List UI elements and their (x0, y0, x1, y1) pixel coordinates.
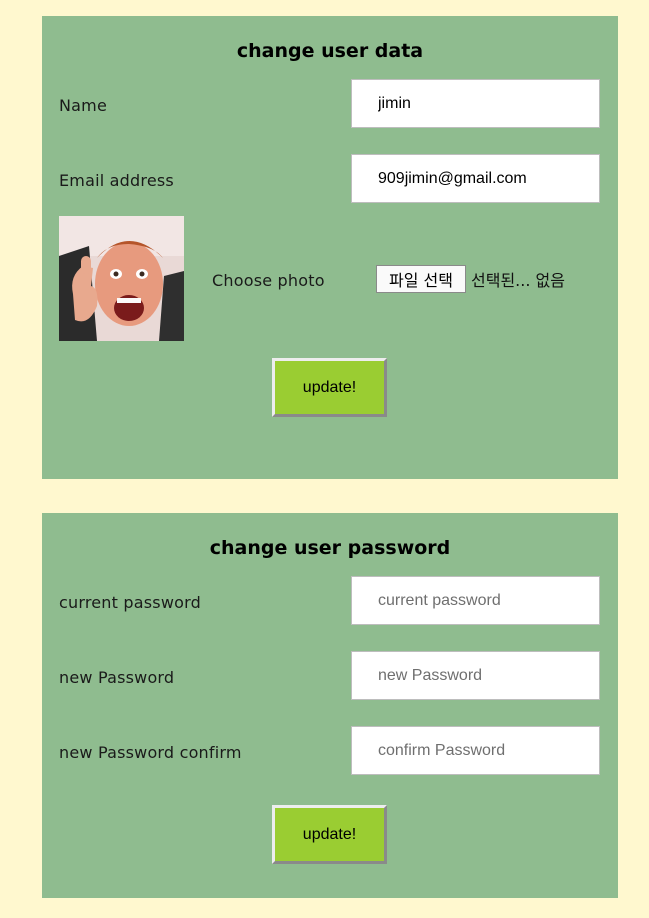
user-data-panel: change user data Name Email address Choo… (42, 16, 618, 479)
email-label: Email address (59, 171, 174, 190)
user-password-title: change user password (209, 537, 451, 559)
user-password-panel: change user password current password ne… (42, 513, 618, 898)
update-user-data-button[interactable]: update! (272, 358, 387, 417)
current-password-input[interactable] (351, 576, 600, 625)
confirm-password-input[interactable] (351, 726, 600, 775)
user-data-title: change user data (236, 40, 424, 62)
update-password-button[interactable]: update! (272, 805, 387, 864)
confirm-password-label: new Password confirm (59, 743, 242, 762)
new-password-label: new Password (59, 668, 175, 687)
new-password-input[interactable] (351, 651, 600, 700)
avatar (59, 216, 184, 341)
photo-label: Choose photo (212, 271, 325, 290)
choose-file-button[interactable]: 파일 선택 (376, 265, 466, 293)
file-status-text: 선택된... 없음 (471, 271, 565, 290)
current-password-label: current password (59, 593, 201, 612)
name-label: Name (59, 96, 108, 115)
email-input[interactable] (351, 154, 600, 203)
name-input[interactable] (351, 79, 600, 128)
avatar-image (59, 216, 184, 341)
